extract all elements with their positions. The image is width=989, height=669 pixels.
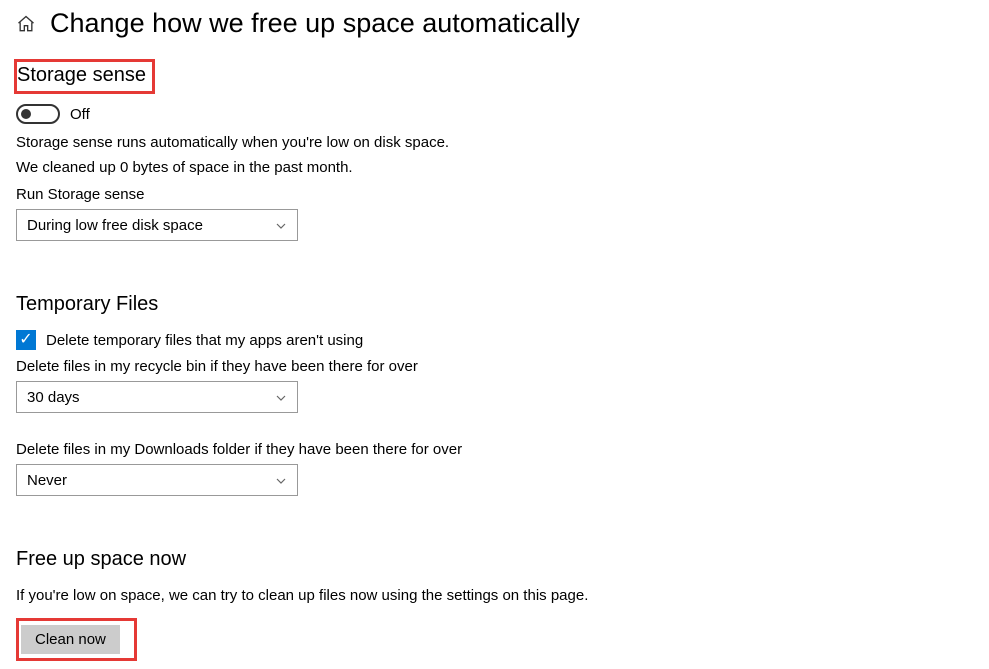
recycle-bin-value: 30 days — [27, 389, 80, 406]
recycle-bin-dropdown[interactable]: 30 days — [16, 381, 298, 413]
recycle-bin-label: Delete files in my recycle bin if they h… — [16, 358, 973, 375]
check-icon: ✓ — [19, 332, 32, 348]
downloads-value: Never — [27, 472, 67, 489]
storage-sense-section: Storage sense Off Storage sense runs aut… — [16, 59, 973, 241]
free-up-space-heading: Free up space now — [16, 548, 973, 571]
storage-sense-toggle[interactable] — [16, 104, 60, 124]
delete-temp-files-checkbox[interactable]: ✓ — [16, 330, 36, 350]
storage-sense-toggle-label: Off — [70, 106, 90, 123]
storage-sense-description-2: We cleaned up 0 bytes of space in the pa… — [16, 157, 973, 178]
downloads-dropdown[interactable]: Never — [16, 464, 298, 496]
clean-now-button[interactable]: Clean now — [21, 625, 120, 654]
chevron-down-icon — [275, 474, 287, 486]
highlight-clean-now: Clean now — [16, 618, 137, 661]
chevron-down-icon — [275, 391, 287, 403]
chevron-down-icon — [275, 219, 287, 231]
page-title: Change how we free up space automaticall… — [50, 8, 580, 39]
delete-temp-files-label: Delete temporary files that my apps aren… — [46, 332, 363, 349]
home-icon[interactable] — [16, 14, 36, 34]
run-storage-sense-dropdown[interactable]: During low free disk space — [16, 209, 298, 241]
free-up-space-description: If you're low on space, we can try to cl… — [16, 585, 973, 606]
run-storage-sense-label: Run Storage sense — [16, 186, 973, 203]
run-storage-sense-value: During low free disk space — [27, 217, 203, 234]
temporary-files-heading: Temporary Files — [16, 293, 973, 316]
free-up-space-section: Free up space now If you're low on space… — [16, 548, 973, 661]
storage-sense-description-1: Storage sense runs automatically when yo… — [16, 132, 973, 153]
highlight-storage-sense: Storage sense — [14, 59, 155, 94]
temporary-files-section: Temporary Files ✓ Delete temporary files… — [16, 293, 973, 496]
downloads-label: Delete files in my Downloads folder if t… — [16, 441, 973, 458]
storage-sense-heading: Storage sense — [17, 64, 146, 86]
